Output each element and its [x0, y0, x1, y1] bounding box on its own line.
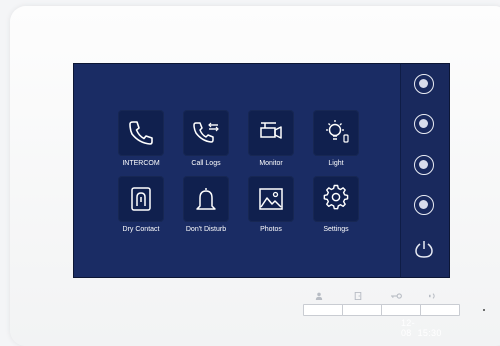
- bottom-button-4[interactable]: [420, 304, 460, 316]
- phone-icon: [129, 121, 153, 145]
- round-button-icon[interactable]: [414, 114, 434, 134]
- tile-call-logs[interactable]: Call Logs: [177, 110, 235, 168]
- tile-label: Dry Contact: [122, 226, 160, 233]
- tile-label: INTERCOM: [122, 160, 160, 167]
- tile-intercom[interactable]: INTERCOM: [112, 110, 170, 168]
- bell-icon: [196, 188, 216, 210]
- status-date: 12-08: [401, 318, 415, 338]
- gear-icon: [323, 184, 349, 210]
- person-icon: [315, 292, 323, 300]
- light-bulb-icon: [326, 120, 349, 143]
- tile-dont-disturb[interactable]: Don't Disturb: [177, 176, 235, 234]
- round-button-icon[interactable]: [414, 74, 434, 94]
- side-button-panel: [400, 63, 450, 278]
- key-icon: [391, 292, 402, 300]
- status-led: [483, 309, 485, 311]
- tile-label: Don't Disturb: [185, 226, 227, 233]
- tile-light[interactable]: Light: [307, 110, 365, 168]
- camera-icon: [260, 122, 282, 139]
- tile-label: Light: [328, 160, 344, 167]
- status-clock: 12-08 15:30: [401, 318, 442, 338]
- round-button-icon[interactable]: [414, 155, 434, 175]
- call-logs-icon: [193, 122, 219, 143]
- tile-monitor[interactable]: Monitor: [242, 110, 300, 168]
- door-icon: [354, 291, 362, 301]
- photos-icon: [259, 188, 283, 210]
- status-time: 15:30: [417, 328, 442, 338]
- speaker-icon: [429, 292, 437, 300]
- tile-photos[interactable]: Photos: [242, 176, 300, 234]
- round-button-icon[interactable]: [414, 195, 434, 215]
- tile-label: Photos: [260, 226, 282, 233]
- tile-dry-contact[interactable]: Dry Contact: [112, 176, 170, 234]
- tile-label: Monitor: [259, 160, 283, 167]
- tile-label: Settings: [323, 226, 349, 233]
- main-screen: INTERCOM Call Logs Monitor Light Dry Con…: [73, 63, 441, 338]
- bottom-button-1[interactable]: [303, 304, 343, 316]
- tile-settings[interactable]: Settings: [307, 176, 365, 234]
- dry-contact-icon: [131, 187, 151, 211]
- bottom-button-3[interactable]: [381, 304, 421, 316]
- power-icon[interactable]: [414, 239, 434, 259]
- tile-label: Call Logs: [191, 160, 221, 167]
- bottom-button-2[interactable]: [342, 304, 382, 316]
